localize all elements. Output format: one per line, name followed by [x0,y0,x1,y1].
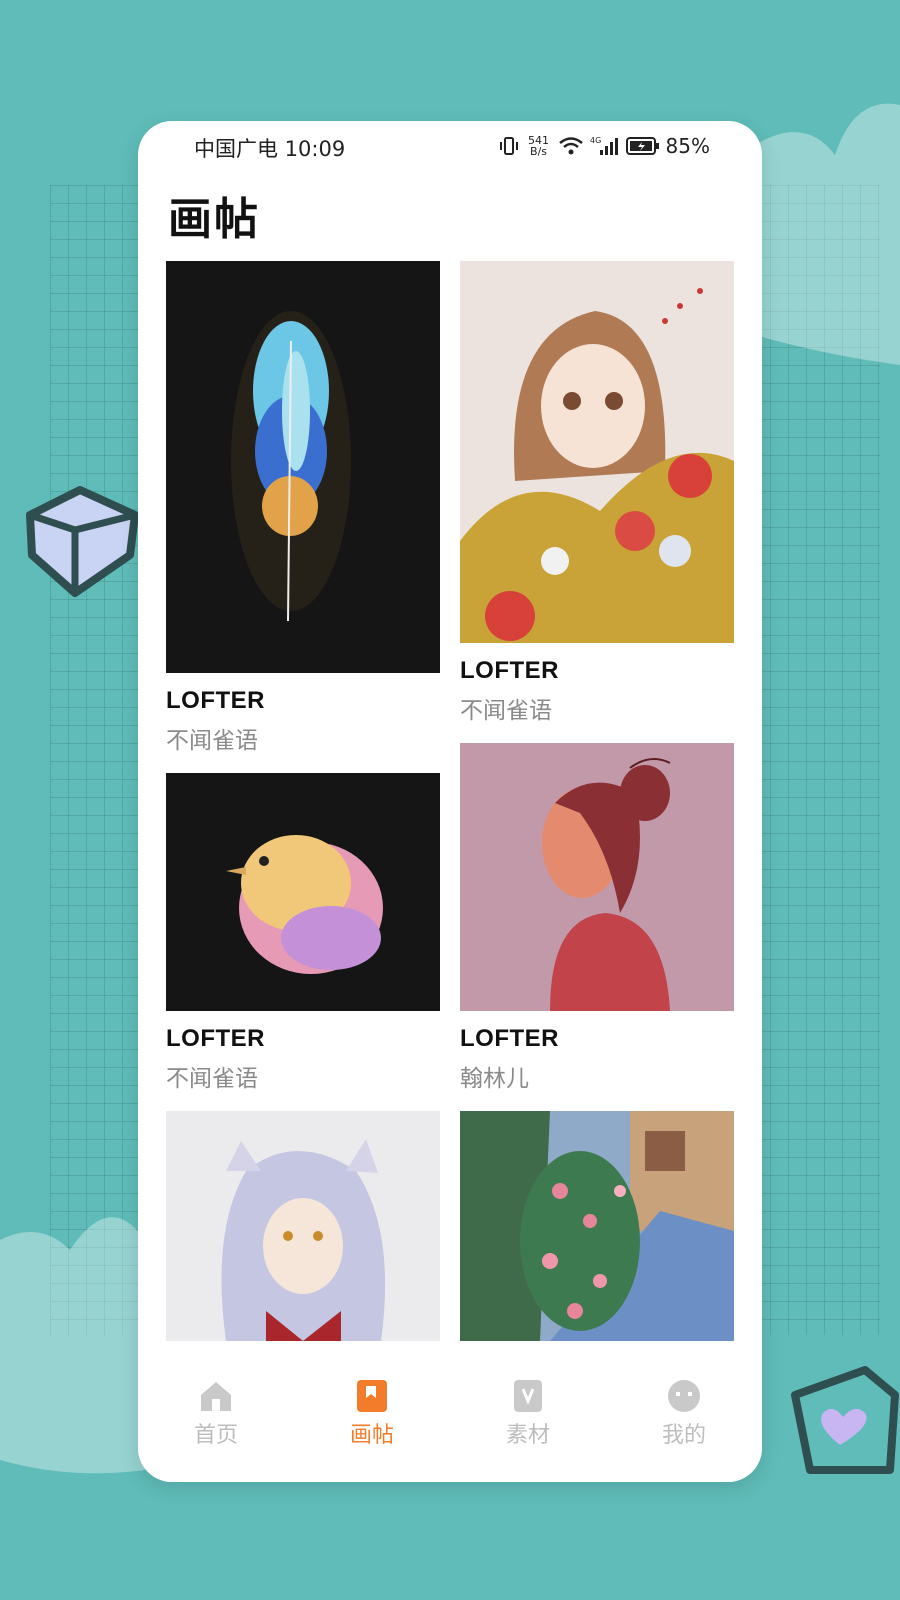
pastel-chick-painting [166,773,440,1011]
gallery-column-left: LOFTER 不闻雀语 LOFTER 不闻雀语 [166,261,440,1359]
tab-material[interactable]: 素材 [450,1347,606,1482]
blue-feather-painting [166,261,440,673]
material-icon [514,1380,542,1412]
battery-percent: 85% [665,134,710,158]
tab-label: 我的 [661,1423,706,1448]
card-author[interactable]: 翰林儿 [460,1059,734,1093]
profile-face-icon [668,1380,700,1412]
carrier-time: 中国广电 10:09 [194,137,346,161]
card-source: LOFTER [460,1025,559,1052]
tab-home[interactable]: 首页 [138,1347,294,1482]
tab-label: 画帖 [349,1423,394,1448]
white-haired-dog-boy-drawing [166,1111,440,1341]
tab-album[interactable]: 画帖 [294,1347,450,1482]
house-icon [201,1382,231,1411]
card-author[interactable]: 不闻雀语 [166,1059,440,1093]
tab-profile[interactable]: 我的 [606,1347,762,1482]
network-type: 4G [590,136,601,145]
glass-heart-decoration-bottom [0,1217,145,1474]
vibrate-icon [499,137,518,155]
red-haired-girl-profile-painting [460,743,734,1011]
heart-house-decoration [791,1366,899,1474]
album-icon [357,1380,387,1412]
wifi-icon [558,137,583,155]
card-author[interactable]: 不闻雀语 [460,691,734,725]
net-speed-unit: B/s [530,145,548,158]
gallery-column-right: LOFTER 不闻雀语 LOFTER 翰林儿 [460,261,734,1359]
artwork-card[interactable]: LOFTER 不闻雀语 [166,773,440,1093]
rose-garden-path-painting [460,1111,734,1341]
net-speed: 541 B/s [526,135,552,157]
status-icons: 541 B/s 4G 85% [498,131,710,161]
status-bar: 中国广电 10:09 541 B/s 4G 85% [138,121,762,171]
artwork-card[interactable] [166,1111,440,1341]
tab-label: 首页 [193,1423,238,1448]
page-title: 画帖 [168,194,260,245]
card-source: LOFTER [460,657,559,684]
card-source: LOFTER [166,687,265,714]
card-author[interactable]: 不闻雀语 [166,721,440,755]
battery-icon [625,137,659,155]
bottom-tab-bar: 首页 画帖 素材 我的 [138,1347,762,1482]
artwork-card[interactable]: LOFTER 不闻雀语 [166,261,440,755]
artwork-card[interactable] [460,1111,734,1341]
artwork-card[interactable]: LOFTER 不闻雀语 [460,261,734,725]
girl-with-flowers-painting [460,261,734,643]
glass-heart-decoration [755,103,900,366]
gem-decoration [26,486,139,597]
artwork-card[interactable]: LOFTER 翰林儿 [460,743,734,1093]
signal-icon: 4G [590,136,618,155]
card-source: LOFTER [166,1025,265,1052]
phone-screen: 中国广电 10:09 541 B/s 4G 85% 画帖 LOFTER 不闻雀语… [138,121,762,1482]
tab-label: 素材 [505,1423,550,1448]
